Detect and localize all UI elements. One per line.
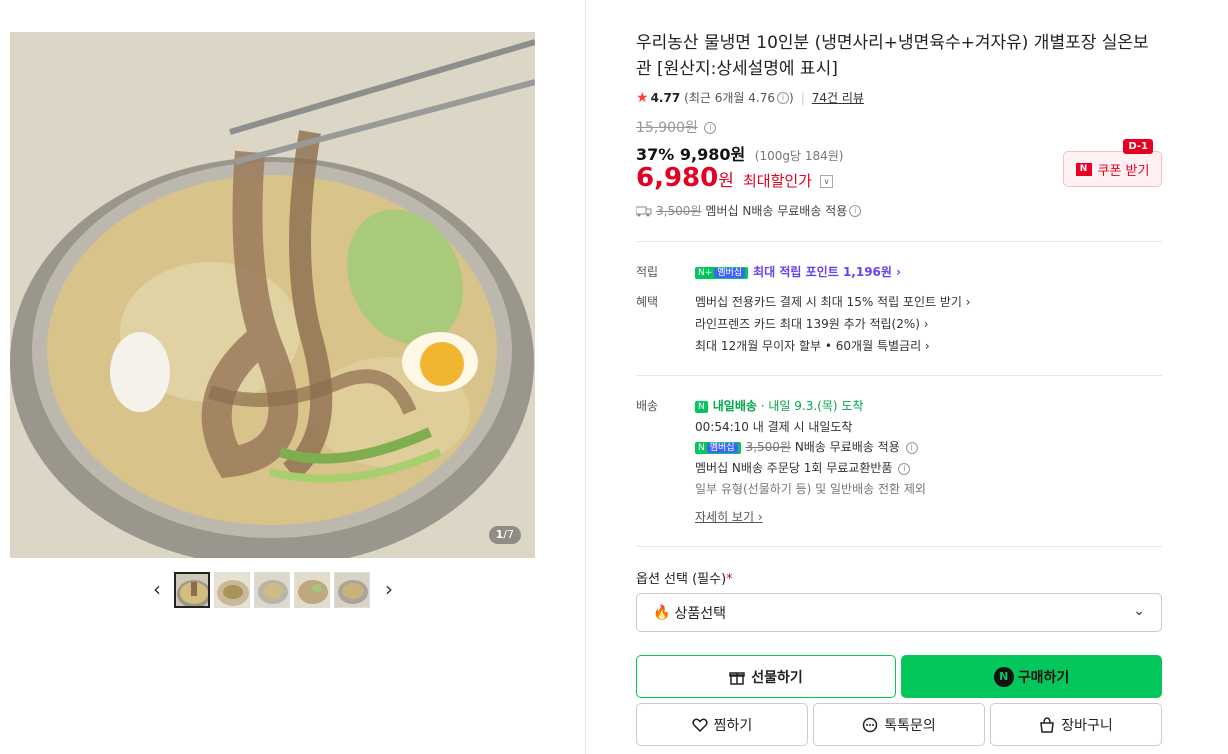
talk-label: 톡톡문의	[884, 717, 936, 734]
flame-icon: 🔥	[653, 604, 671, 621]
cart-button[interactable]: 장바구니	[990, 703, 1162, 746]
n-logo-icon: N	[1075, 162, 1092, 176]
benefit-item[interactable]: 라인프렌즈 카드 최대 139원 추가 적립(2%) ›	[695, 315, 929, 332]
wish-button[interactable]: 찜하기	[636, 703, 808, 746]
points-row[interactable]: N+ 멤버십 최대 적립 포인트 1,196원 ›	[695, 263, 901, 280]
thumbnail[interactable]	[334, 572, 370, 608]
max-points-link[interactable]: 최대 적립 포인트 1,196원 ›	[753, 265, 901, 279]
rating-score: 4.77	[650, 90, 681, 105]
coupon-button[interactable]: D-1 N 쿠폰 받기	[1063, 139, 1162, 187]
bag-icon	[1040, 716, 1055, 733]
product-info: 우리농산 물냉면 10인분 (냉면사리+냉면육수+겨자유) 개별포장 실온보관 …	[636, 0, 1162, 754]
delivery-arrival-row: N 내일배송 · 내일 9.3.(목) 도착	[695, 397, 863, 414]
delivery-countdown: 00:54:10 내 결제 시 내일도착	[695, 420, 853, 434]
star-icon: ★	[636, 89, 649, 106]
delivery-exchange-row: 멤버십 N배송 주문당 1회 무료교환반품 i	[695, 459, 911, 476]
delivery-arrival: · 내일 9.3.(목) 도착	[760, 399, 864, 413]
thumbnail[interactable]	[214, 572, 250, 608]
product-title: 우리농산 물냉면 10인분 (냉면사리+냉면육수+겨자유) 개별포장 실온보관 …	[636, 33, 1149, 79]
max-discount-price: 6,980	[636, 163, 719, 193]
coupon-label: 쿠폰 받기	[1097, 163, 1150, 179]
coupon-dday-badge: D-1	[1123, 139, 1153, 154]
wish-label: 찜하기	[713, 717, 753, 734]
option-select[interactable]: 🔥 상품선택 ⌄	[636, 593, 1162, 632]
delivery-exchange: 멤버십 N배송 주문당 1회 무료교환반품	[695, 461, 893, 475]
membership-badge: N 멤버십	[695, 441, 741, 454]
benefits-label: 혜택	[636, 295, 659, 309]
shipping-row: 3,500원 멤버십 N배송 무료배송 적용 i	[636, 202, 862, 219]
max-discount-label: 최대할인가	[742, 172, 812, 190]
membership-badge: N+ 멤버십	[695, 266, 749, 279]
delivery-old-fee: 3,500원	[745, 440, 791, 454]
delivery-fee-row: N 멤버십 3,500원 N배송 무료배송 적용 i	[695, 438, 918, 455]
info-icon[interactable]: i	[905, 441, 918, 454]
chat-icon	[862, 717, 878, 732]
gift-button[interactable]: 선물하기	[636, 655, 896, 698]
shipping-old-fee: 3,500원	[656, 204, 702, 218]
cart-label: 장바구니	[1061, 717, 1113, 734]
buy-button[interactable]: N 구매하기	[901, 655, 1162, 698]
thumbnail[interactable]	[294, 572, 330, 608]
talk-button[interactable]: 톡톡문의	[813, 703, 985, 746]
original-price-row: 15,900원 i	[636, 117, 717, 137]
divider	[636, 241, 1162, 242]
max-discount-row: 6,980원 최대할인가 ∨	[636, 163, 834, 193]
delivery-label: 배송	[636, 399, 659, 413]
info-icon[interactable]: i	[777, 91, 789, 104]
chevron-down-icon: ⌄	[1133, 603, 1145, 619]
truck-icon	[636, 206, 652, 216]
info-icon[interactable]: i	[849, 204, 862, 217]
thumbnail[interactable]	[174, 572, 210, 608]
discount-rate: 37%	[636, 145, 675, 164]
original-price: 15,900원	[636, 120, 698, 136]
sale-price: 9,980원	[679, 145, 746, 164]
thumbnail-strip: ‹ ›	[150, 572, 396, 608]
max-discount-won: 원	[718, 171, 734, 191]
review-count-link[interactable]: 74건 리뷰	[812, 89, 864, 106]
image-counter: 1/7	[488, 526, 521, 544]
gift-label: 선물하기	[751, 669, 803, 686]
buy-label: 구매하기	[1017, 669, 1070, 686]
info-icon[interactable]: i	[704, 122, 717, 134]
gift-icon	[729, 671, 745, 685]
noodle-bowl-photo	[10, 32, 535, 558]
sale-price-row: 37% 9,980원 (100g당 184원)	[636, 141, 843, 165]
delivery-exclude: 일부 유형(선물하기 등) 및 일반배송 전환 제외	[695, 482, 926, 496]
divider	[636, 375, 1162, 376]
points-label: 적립	[636, 265, 659, 279]
thumbnail[interactable]	[254, 572, 290, 608]
divider: |	[800, 90, 805, 105]
n-delivery-badge: N	[695, 400, 708, 413]
n-pay-icon: N	[993, 666, 1014, 687]
shipping-text: 멤버십 N배송 무료배송 적용	[705, 204, 848, 218]
rating-recent: (최근 6개월 4.76	[684, 91, 775, 105]
unit-price: (100g당 184원)	[754, 149, 844, 163]
chevron-down-icon[interactable]: ∨	[820, 175, 834, 188]
main-product-image[interactable]: 1/7	[10, 32, 535, 558]
benefit-item[interactable]: 멤버십 전용카드 결제 시 최대 15% 적립 포인트 받기 ›	[695, 293, 971, 310]
delivery-free-text: N배송 무료배송 적용	[794, 440, 900, 454]
delivery-badge-text: 내일배송	[712, 399, 757, 413]
next-image-arrow[interactable]: ›	[382, 579, 396, 600]
rating-row: ★ 4.77 (최근 6개월 4.76 i) | 74건 리뷰	[636, 89, 864, 106]
option-select-value: 상품선택	[674, 605, 726, 622]
info-icon[interactable]: i	[898, 462, 911, 475]
option-label: 옵션 선택 (필수)*	[636, 572, 733, 587]
product-gallery: 1/7 ‹ ›	[0, 0, 586, 754]
benefit-item[interactable]: 최대 12개월 무이자 할부 • 60개월 특별금리 ›	[695, 337, 930, 354]
divider	[636, 546, 1162, 547]
prev-image-arrow[interactable]: ‹	[150, 579, 164, 600]
delivery-detail-link[interactable]: 자세히 보기 ›	[695, 508, 763, 525]
rating-recent-close: )	[789, 90, 794, 105]
heart-icon	[692, 718, 708, 732]
